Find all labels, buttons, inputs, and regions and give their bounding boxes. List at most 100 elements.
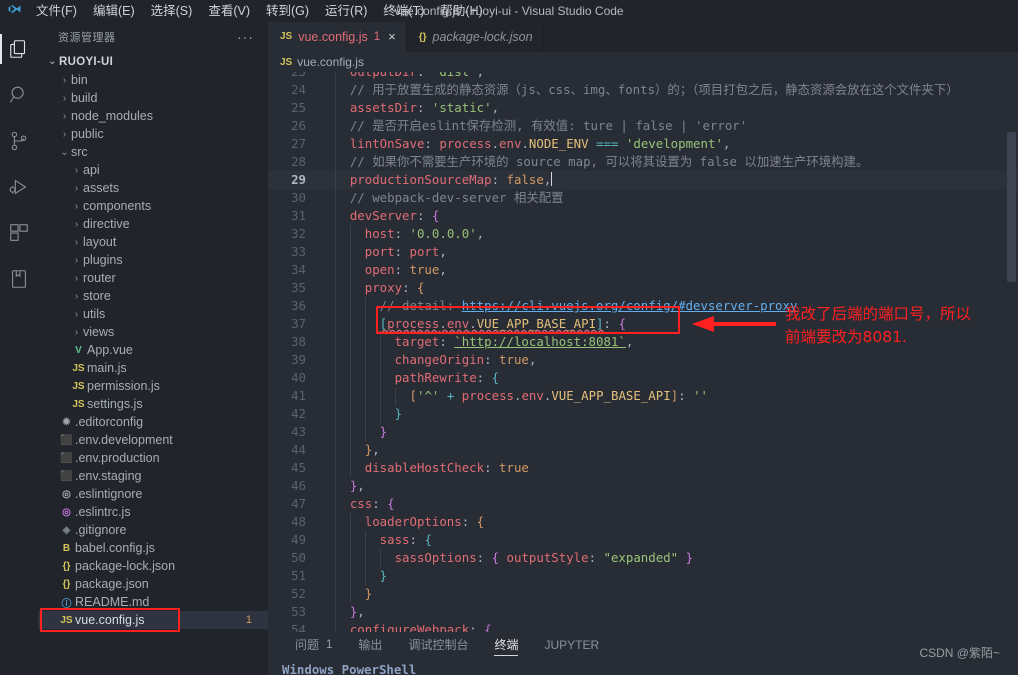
run-debug-icon[interactable]: [0, 164, 38, 210]
tree-file-permission-js[interactable]: JS permission.js: [38, 377, 268, 395]
tab-package-lock-json[interactable]: {} package-lock.json: [406, 22, 544, 52]
tree-file-main-js[interactable]: JS main.js: [38, 359, 268, 377]
tree-folder-store[interactable]: › store: [38, 287, 268, 305]
tree-item-problem-count: 1: [245, 614, 252, 626]
panel-tab-调试控制台[interactable]: 调试控制台: [395, 632, 481, 658]
code-text: // 是否开启eslint保存检测, 有效值: ture | false | '…: [349, 118, 748, 133]
menu-view[interactable]: 查看(V): [200, 0, 258, 22]
tree-folder-plugins[interactable]: › plugins: [38, 251, 268, 269]
line-number: 50: [291, 550, 306, 565]
panel-tab-bar[interactable]: 问题 1 输出 调试控制台 终端 JUPYTER: [268, 632, 1018, 658]
close-icon[interactable]: ×: [388, 29, 396, 44]
code-line: 54 configureWebpack: {: [268, 621, 1018, 632]
menu-terminal[interactable]: 终端(T): [375, 0, 432, 22]
tree-folder-bin[interactable]: › bin: [38, 71, 268, 89]
tree-folder-layout[interactable]: › layout: [38, 233, 268, 251]
code-text: },: [364, 442, 380, 457]
code-text: }: [364, 586, 373, 601]
tree-item-label: components: [83, 199, 152, 213]
indent-guide: [334, 225, 336, 243]
tree-file--eslintrc-js[interactable]: ◎ .eslintrc.js: [38, 503, 268, 521]
editor-tab-bar[interactable]: JS vue.config.js 1 × {} package-lock.jso…: [268, 22, 1018, 52]
tree-file-readme-md[interactable]: ⓘ README.md: [38, 593, 268, 611]
breadcrumb[interactable]: JS vue.config.js: [268, 52, 1018, 72]
panel-tab-count: 1: [326, 639, 333, 651]
menu-bar[interactable]: 文件(F) 编辑(E) 选择(S) 查看(V) 转到(G) 运行(R) 终端(T…: [28, 0, 491, 22]
explorer-icon[interactable]: [0, 26, 38, 72]
indent-guide: [379, 369, 381, 387]
notebook-icon[interactable]: [0, 256, 38, 302]
tree-folder-assets[interactable]: › assets: [38, 179, 268, 197]
tree-folder-build[interactable]: › build: [38, 89, 268, 107]
tree-folder-router[interactable]: › router: [38, 269, 268, 287]
tree-folder-node-modules[interactable]: › node_modules: [38, 107, 268, 125]
line-number: 27: [291, 136, 306, 151]
code-line: 38 target: `http://localhost:8081`,: [268, 333, 1018, 351]
tree-folder-api[interactable]: › api: [38, 161, 268, 179]
code-editor[interactable]: 23outputDir: 'dist',24 // 用于放置生成的静态资源（js、…: [268, 72, 1018, 632]
tree-item-label: build: [71, 91, 98, 105]
tree-file-vue-config-js[interactable]: JS vue.config.js 1: [38, 611, 268, 629]
search-icon[interactable]: [0, 72, 38, 118]
tree-file--env-development[interactable]: ⬛ .env.development: [38, 431, 268, 449]
tree-file-package-lock-json[interactable]: {} package-lock.json: [38, 557, 268, 575]
code-line: 50 sassOptions: { outputStyle: "expanded"…: [268, 549, 1018, 567]
tree-folder-src[interactable]: ⌄ src: [38, 143, 268, 161]
code-line: 31 devServer: {: [268, 207, 1018, 225]
indent-guide: [349, 243, 351, 261]
chevron-right-icon: ›: [74, 308, 79, 320]
indent-guide: [349, 567, 351, 585]
tree-file--eslintignore[interactable]: ◎ .eslintignore: [38, 485, 268, 503]
line-number: 24: [291, 82, 306, 97]
panel-tab-问题[interactable]: 问题 1: [282, 632, 345, 658]
tree-folder-views[interactable]: › views: [38, 323, 268, 341]
tree-file--gitignore[interactable]: ◈ .gitignore: [38, 521, 268, 539]
tree-folder-components[interactable]: › components: [38, 197, 268, 215]
tab-vue-config-js[interactable]: JS vue.config.js 1 ×: [268, 22, 407, 52]
babel-file-icon: B: [62, 542, 71, 554]
menu-select[interactable]: 选择(S): [143, 0, 201, 22]
menu-run[interactable]: 运行(R): [317, 0, 375, 22]
tree-file--env-staging[interactable]: ⬛ .env.staging: [38, 467, 268, 485]
indent-guide: [379, 351, 381, 369]
indent-guide: [349, 585, 351, 603]
indent-guide: [334, 423, 336, 441]
tree-file-package-json[interactable]: {} package.json: [38, 575, 268, 593]
menu-help[interactable]: 帮助(H): [432, 0, 490, 22]
chevron-right-icon: ›: [74, 326, 79, 338]
explorer-root-folder[interactable]: ⌄ RUOYI-UI: [38, 52, 268, 71]
js-file-icon: JS: [60, 614, 73, 626]
menu-go[interactable]: 转到(G): [258, 0, 317, 22]
tree-file-babel-config-js[interactable]: Bbabel.config.js: [38, 539, 268, 557]
code-text: // 用于放置生成的静态资源（js、css、img、fonts）的；（项目打包之…: [349, 82, 959, 97]
panel-tab-label: 调试控制台: [408, 638, 469, 652]
file-tree[interactable]: › bin › build › node_modules › public ⌄ src › api › a…: [38, 71, 268, 629]
extensions-icon[interactable]: [0, 210, 38, 256]
panel-tab-JUPYTER[interactable]: JUPYTER: [531, 632, 612, 658]
panel-tab-终端[interactable]: 终端: [481, 632, 531, 658]
tree-folder-utils[interactable]: › utils: [38, 305, 268, 323]
tree-file--editorconfig[interactable]: ✹ .editorconfig: [38, 413, 268, 431]
panel-tab-输出[interactable]: 输出: [345, 632, 395, 658]
tree-file-app-vue[interactable]: V App.vue: [38, 341, 268, 359]
tree-folder-directive[interactable]: › directive: [38, 215, 268, 233]
tree-file--env-production[interactable]: ⬛ .env.production: [38, 449, 268, 467]
code-lines: 23outputDir: 'dist',24 // 用于放置生成的静态资源（js、…: [268, 72, 1018, 632]
code-text: [process.env.VUE_APP_BASE_API]: {: [379, 316, 626, 331]
source-control-icon[interactable]: [0, 118, 38, 164]
menu-edit[interactable]: 编辑(E): [85, 0, 143, 22]
indent-guide: [364, 297, 366, 315]
explorer-more-icon[interactable]: ···: [237, 30, 254, 44]
tree-folder-public[interactable]: › public: [38, 125, 268, 143]
tree-item-label: views: [83, 325, 115, 339]
menu-file[interactable]: 文件(F): [28, 0, 85, 22]
tree-file-settings-js[interactable]: JS settings.js: [38, 395, 268, 413]
indent-guide: [349, 513, 351, 531]
tree-item-label: babel.config.js: [75, 541, 155, 555]
line-number: 54: [291, 622, 306, 632]
tree-item-label: assets: [83, 181, 120, 195]
explorer-root-label: RUOYI-UI: [59, 55, 114, 68]
code-text: port: port,: [364, 244, 447, 259]
code-line: 23outputDir: 'dist',: [268, 72, 1018, 81]
chevron-down-icon: ⌄: [48, 56, 57, 67]
